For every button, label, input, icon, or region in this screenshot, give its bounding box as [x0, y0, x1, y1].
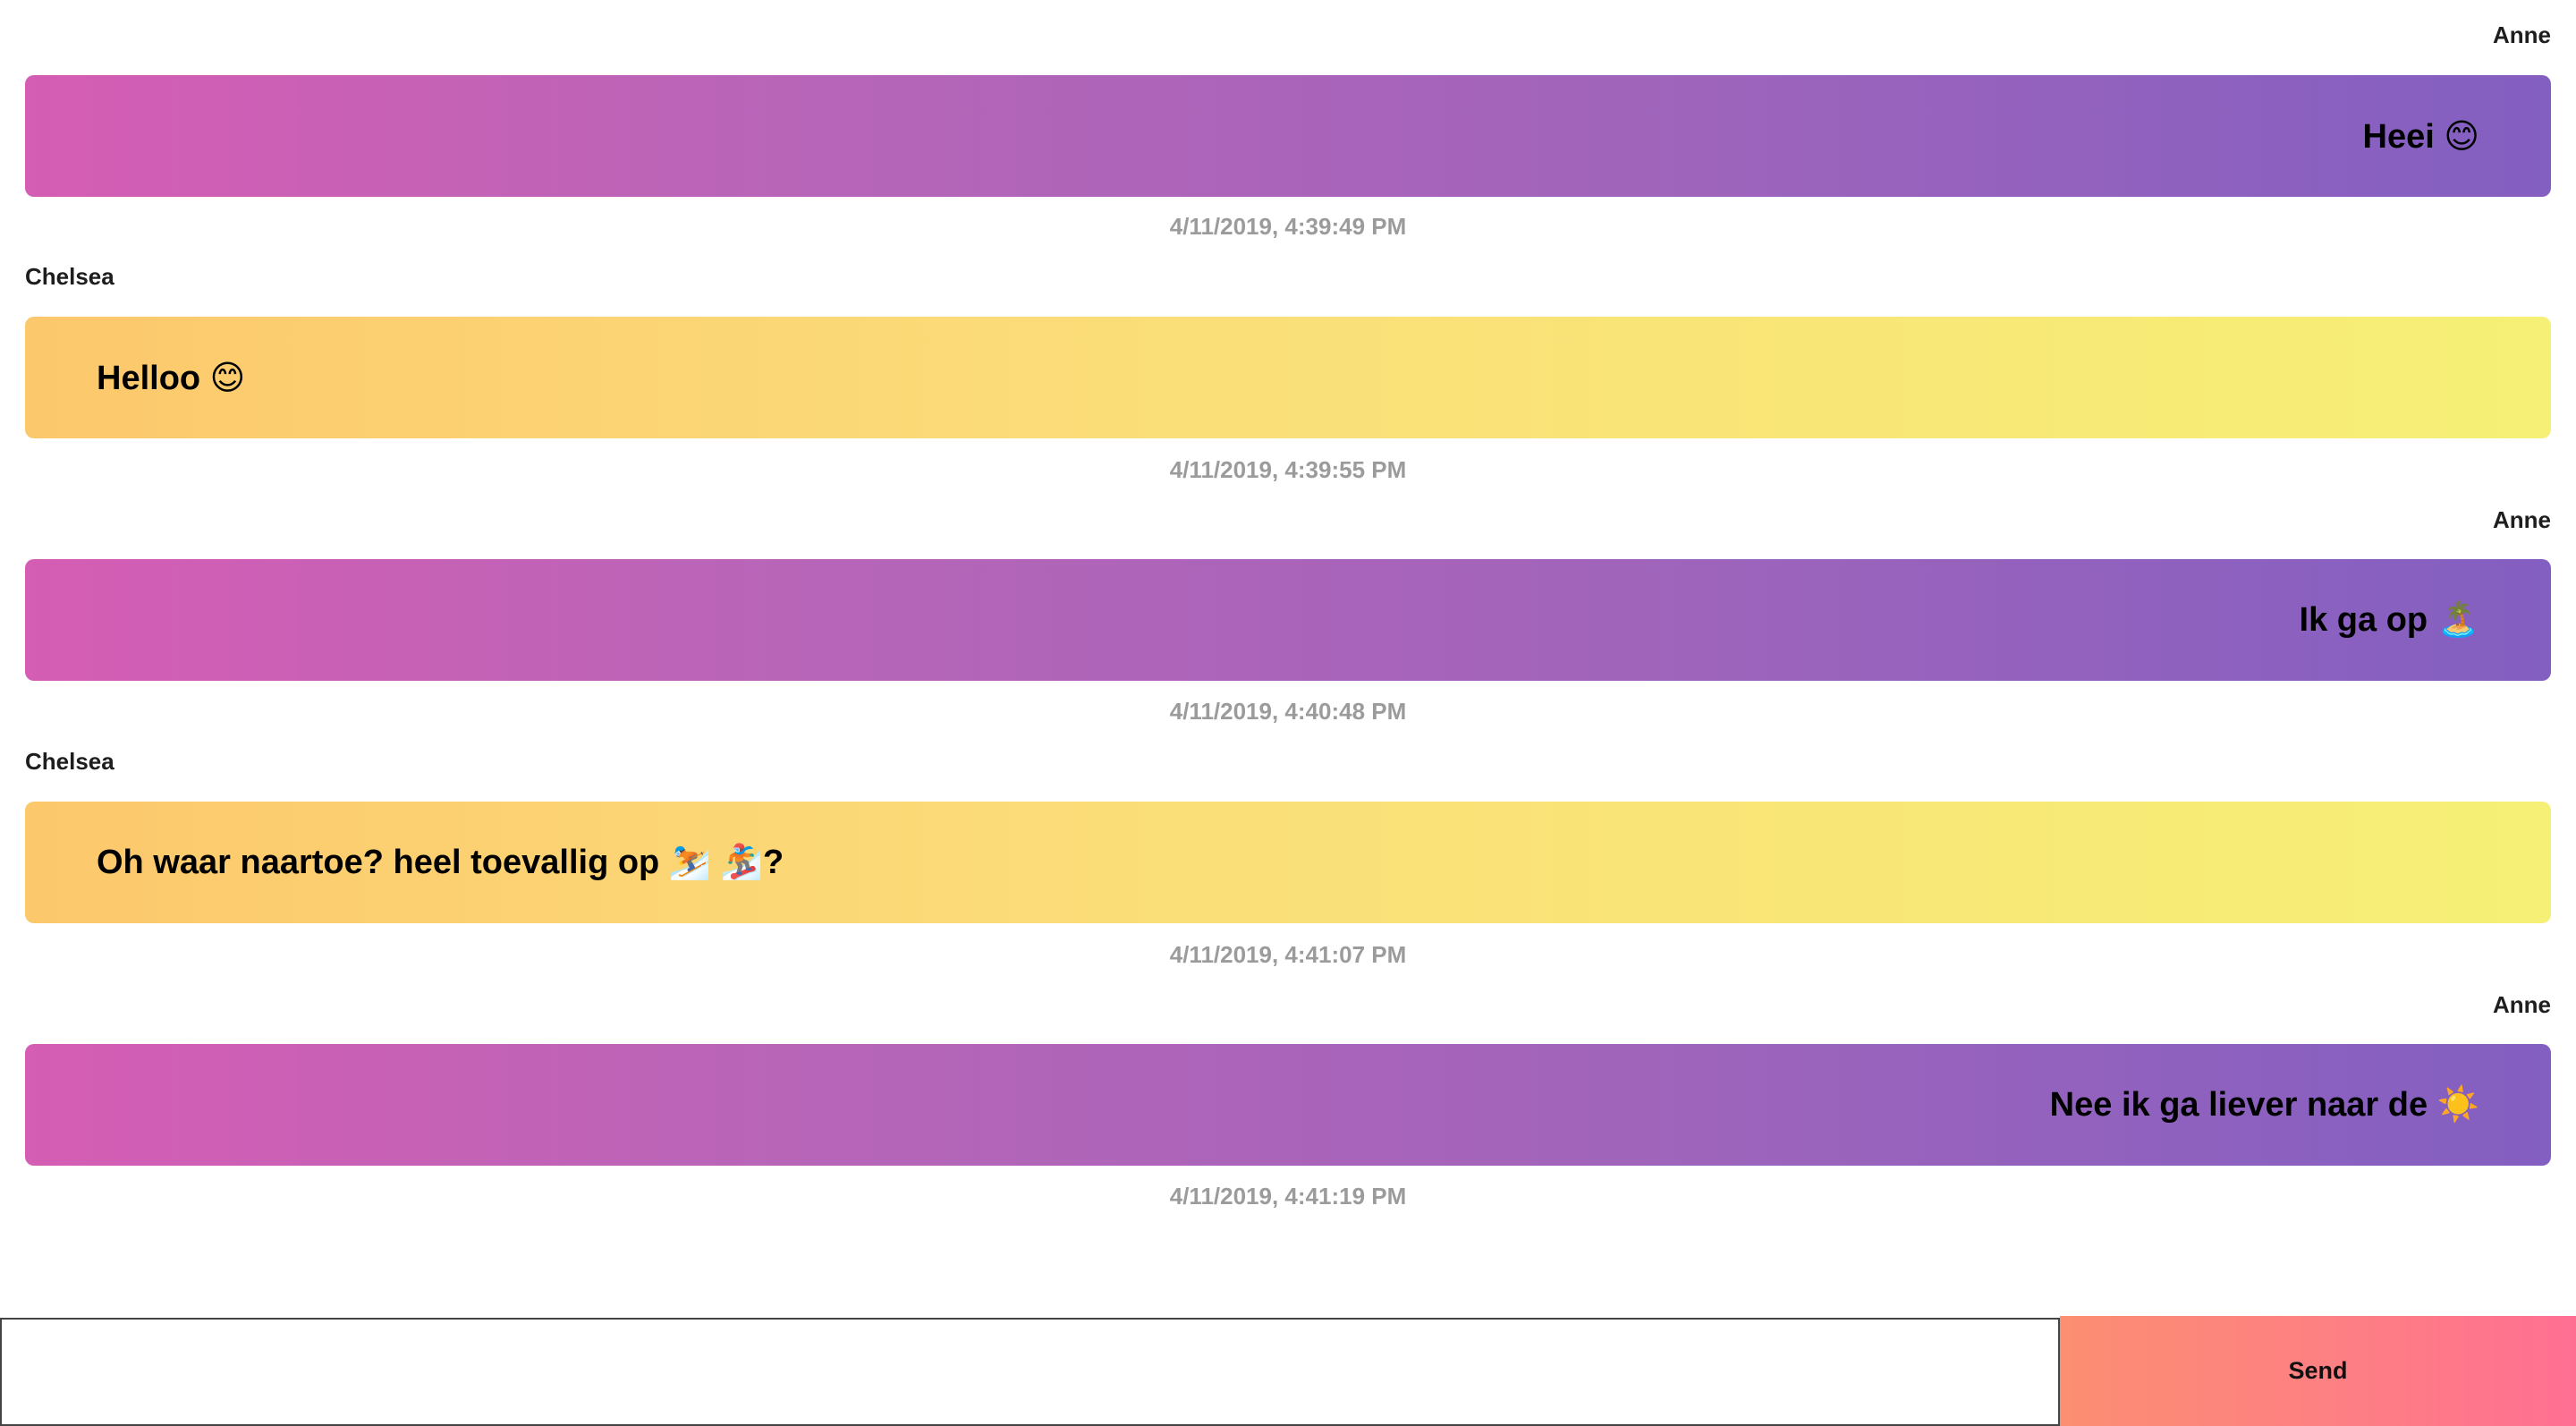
message-sender: Anne — [2493, 21, 2551, 48]
message-sender: Chelsea — [25, 748, 114, 775]
send-button[interactable]: Send — [2060, 1316, 2576, 1426]
message-sender: Chelsea — [25, 263, 114, 290]
message-text: Ik ga op 🏝️ — [2299, 601, 2479, 639]
message-bubble: Nee ik ga liever naar de ☀️ — [25, 1044, 2551, 1166]
message-text: Heei 😊 — [2362, 117, 2479, 156]
message-timestamp: 4/11/2019, 4:41:19 PM — [1169, 1183, 1407, 1210]
message-sender: Anne — [2493, 991, 2551, 1018]
message-composer: Send — [0, 1316, 2576, 1426]
chat-message-list: Anne Heei 😊 4/11/2019, 4:39:49 PM Chelse… — [0, 0, 2576, 1315]
message-sender: Anne — [2493, 506, 2551, 533]
message-timestamp: 4/11/2019, 4:40:48 PM — [1169, 698, 1407, 725]
message-text: Helloo 😊 — [97, 359, 246, 397]
message-bubble: Helloo 😊 — [25, 317, 2551, 438]
message-bubble: Oh waar naartoe? heel toevallig op ⛷️ 🏂? — [25, 802, 2551, 923]
message-text: Oh waar naartoe? heel toevallig op ⛷️ 🏂? — [97, 844, 784, 881]
message-timestamp: 4/11/2019, 4:39:49 PM — [1169, 213, 1407, 240]
message-text: Nee ik ga liever naar de ☀️ — [2049, 1086, 2479, 1124]
message-input[interactable] — [0, 1318, 2060, 1426]
message-bubble: Heei 😊 — [25, 75, 2551, 197]
message-bubble: Ik ga op 🏝️ — [25, 559, 2551, 681]
message-timestamp: 4/11/2019, 4:39:55 PM — [1169, 456, 1407, 483]
message-timestamp: 4/11/2019, 4:41:07 PM — [1169, 941, 1407, 968]
